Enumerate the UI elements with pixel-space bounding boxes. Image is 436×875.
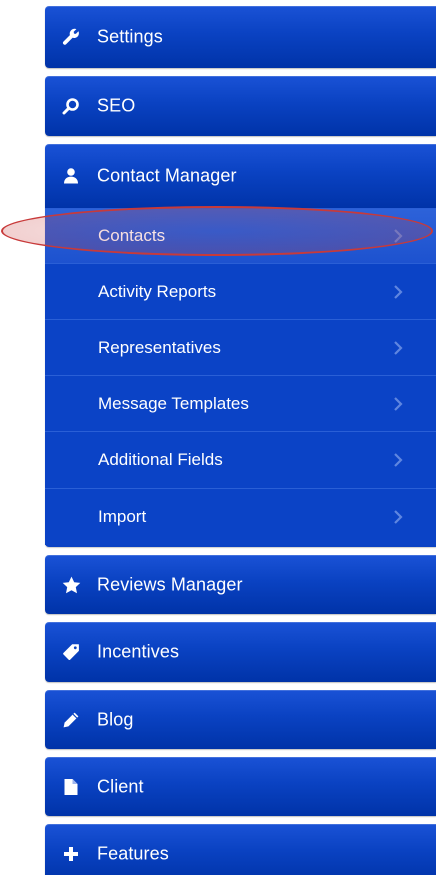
chevron-right-icon	[393, 509, 403, 525]
search-icon	[61, 96, 81, 116]
plus-icon	[61, 844, 81, 864]
submenu-item-activity-reports[interactable]: Activity Reports	[45, 263, 436, 319]
submenu-item-contacts[interactable]: Contacts	[45, 208, 436, 263]
sidebar-item-blog[interactable]: Blog	[45, 690, 436, 749]
submenu-item-label: Import	[98, 507, 147, 526]
pencil-icon	[61, 710, 81, 730]
file-icon	[61, 777, 81, 797]
sidebar-item-features[interactable]: Features	[45, 824, 436, 875]
submenu-item-message-templates[interactable]: Message Templates	[45, 375, 436, 431]
sidebar-item-label: Features	[97, 843, 169, 863]
star-icon	[61, 575, 81, 595]
chevron-right-icon	[393, 228, 403, 244]
chevron-right-icon	[393, 340, 403, 356]
submenu-item-additional-fields[interactable]: Additional Fields	[45, 431, 436, 488]
submenu-item-label: Message Templates	[98, 393, 249, 413]
sidebar-item-label: Contact Manager	[97, 165, 237, 186]
sidebar-item-contact-manager[interactable]: Contact Manager	[45, 144, 436, 208]
tag-icon	[61, 642, 81, 662]
submenu-item-label: Contacts	[98, 226, 166, 245]
sidebar-item-label: Incentives	[97, 641, 180, 662]
chevron-right-icon	[393, 284, 403, 300]
sidebar-item-label: Reviews Manager	[97, 574, 243, 594]
sidebar-item-settings[interactable]: Settings	[45, 6, 436, 68]
submenu-item-label: Additional Fields	[98, 450, 223, 469]
sidebar-item-label: Settings	[97, 26, 163, 47]
user-icon	[61, 166, 81, 186]
contact-manager-submenu: Contacts Activity Reports Representative…	[45, 208, 436, 547]
submenu-item-import[interactable]: Import	[45, 488, 436, 545]
wrench-icon	[61, 27, 81, 47]
sidebar-item-label: SEO	[97, 95, 136, 116]
sidebar-item-incentives[interactable]: Incentives	[45, 622, 436, 682]
chevron-right-icon	[393, 452, 403, 468]
submenu-item-representatives[interactable]: Representatives	[45, 319, 436, 375]
sidebar-nav: Settings SEO Contact Manager Contacts Ac…	[45, 6, 436, 875]
submenu-item-label: Representatives	[98, 337, 221, 357]
sidebar-item-reviews-manager[interactable]: Reviews Manager	[45, 555, 436, 614]
page: Settings SEO Contact Manager Contacts Ac…	[0, 0, 436, 875]
sidebar-item-seo[interactable]: SEO	[45, 76, 436, 136]
submenu-item-label: Activity Reports	[98, 281, 217, 301]
sidebar-item-label: Client	[97, 776, 144, 796]
sidebar-item-label: Blog	[97, 709, 134, 729]
chevron-right-icon	[393, 396, 403, 412]
sidebar-item-client[interactable]: Client	[45, 757, 436, 816]
